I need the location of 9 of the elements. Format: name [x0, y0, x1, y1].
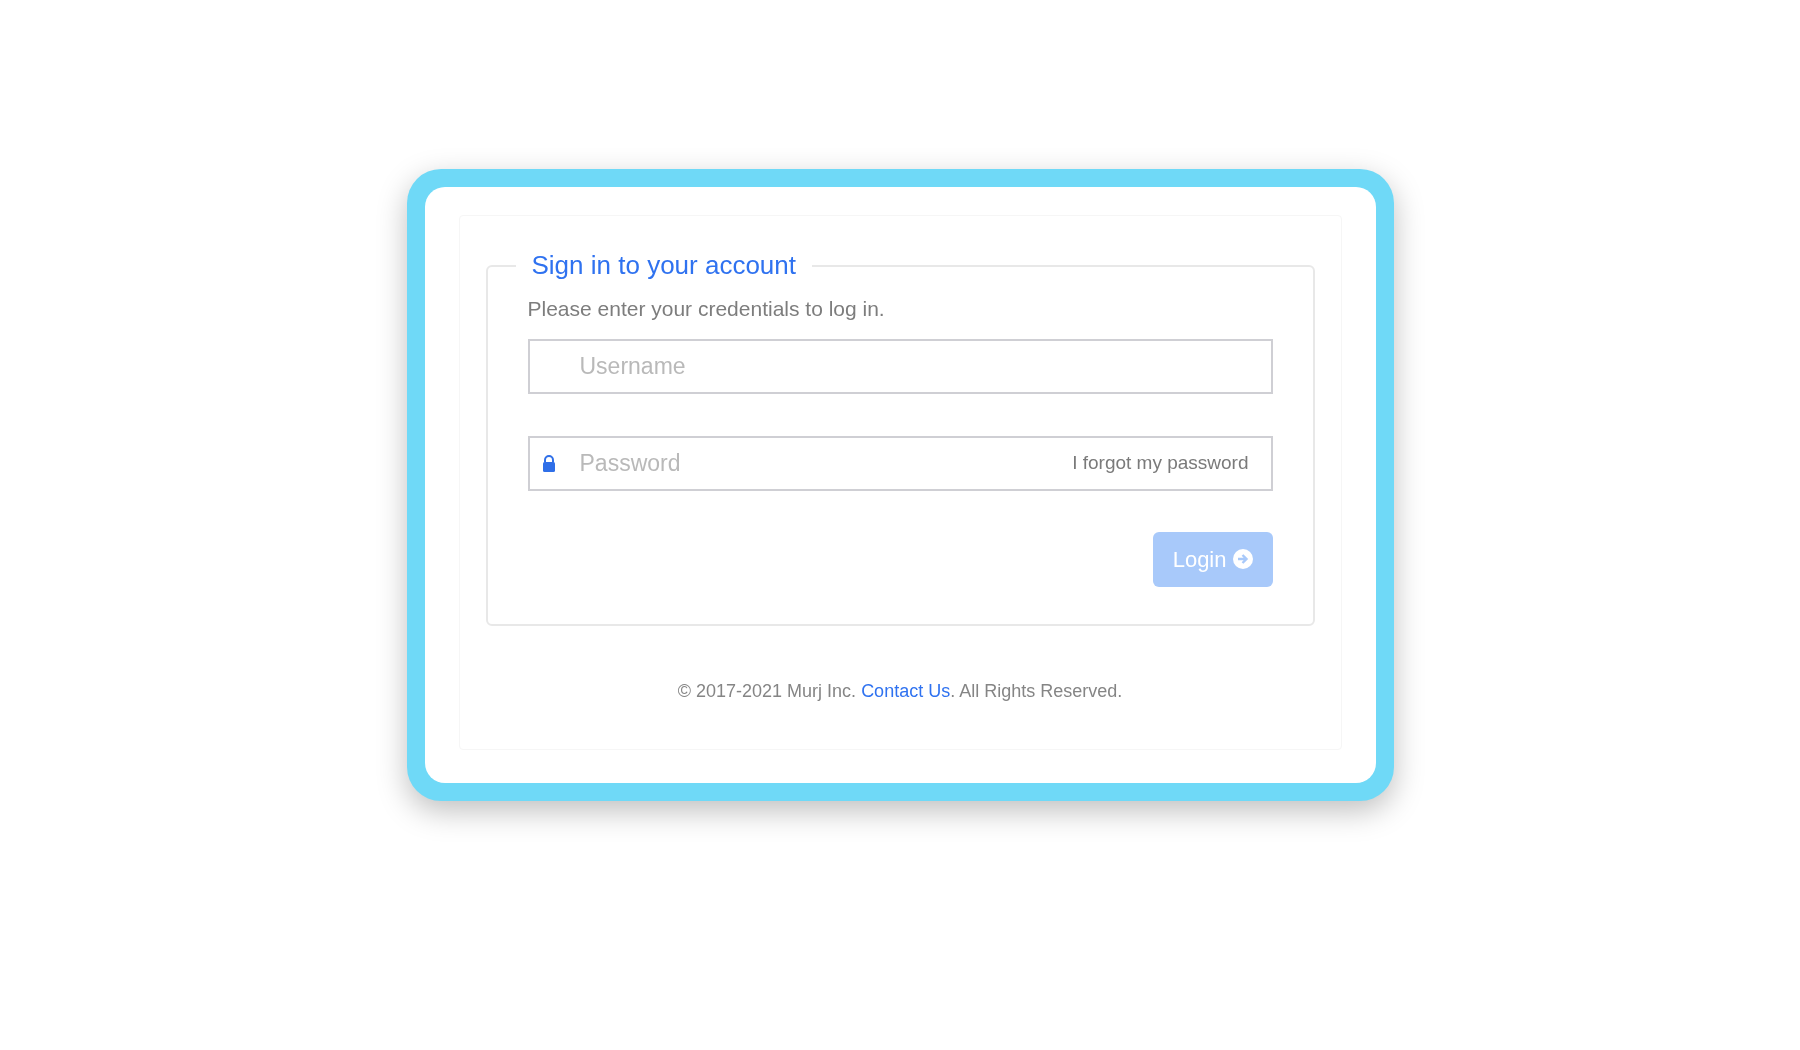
forgot-password-link[interactable]: I forgot my password	[1072, 448, 1249, 478]
form-title: Sign in to your account	[530, 249, 797, 282]
contact-us-link[interactable]: Contact Us	[861, 681, 951, 701]
lock-icon	[541, 454, 556, 472]
instructions-text: Please enter your credentials to log in.	[527, 296, 886, 322]
password-field[interactable]: Password I forgot my password	[527, 435, 1273, 491]
arrow-circle-icon	[1232, 549, 1253, 569]
username-field[interactable]: Username	[527, 338, 1273, 394]
copyright-text: © 2017-2021 Murj Inc. Contact Us. All Rights Reserved.	[676, 680, 1124, 703]
